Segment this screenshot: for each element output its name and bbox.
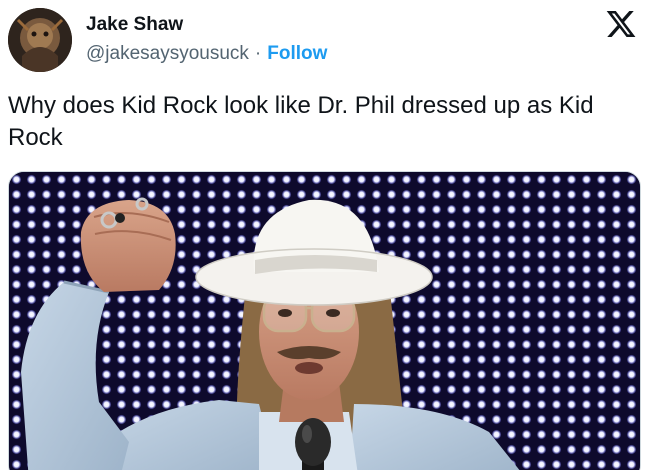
x-logo-icon[interactable] [605, 8, 637, 40]
avatar-image [8, 8, 72, 72]
tweet-text: Why does Kid Rock look like Dr. Phil dre… [8, 92, 594, 151]
follow-button[interactable]: Follow [267, 43, 327, 64]
tweet-media[interactable] [8, 171, 641, 470]
author-handle-row: @jakesaysyousuck · Follow [86, 43, 327, 65]
author-handle[interactable]: @jakesaysyousuck [86, 43, 249, 64]
separator-dot: · [254, 43, 262, 64]
tweet-card: Jake Shaw @jakesaysyousuck · Follow Why do… [0, 0, 649, 470]
author-name[interactable]: Jake Shaw [86, 14, 183, 36]
author-avatar[interactable] [8, 8, 72, 72]
media-photo [9, 172, 640, 470]
